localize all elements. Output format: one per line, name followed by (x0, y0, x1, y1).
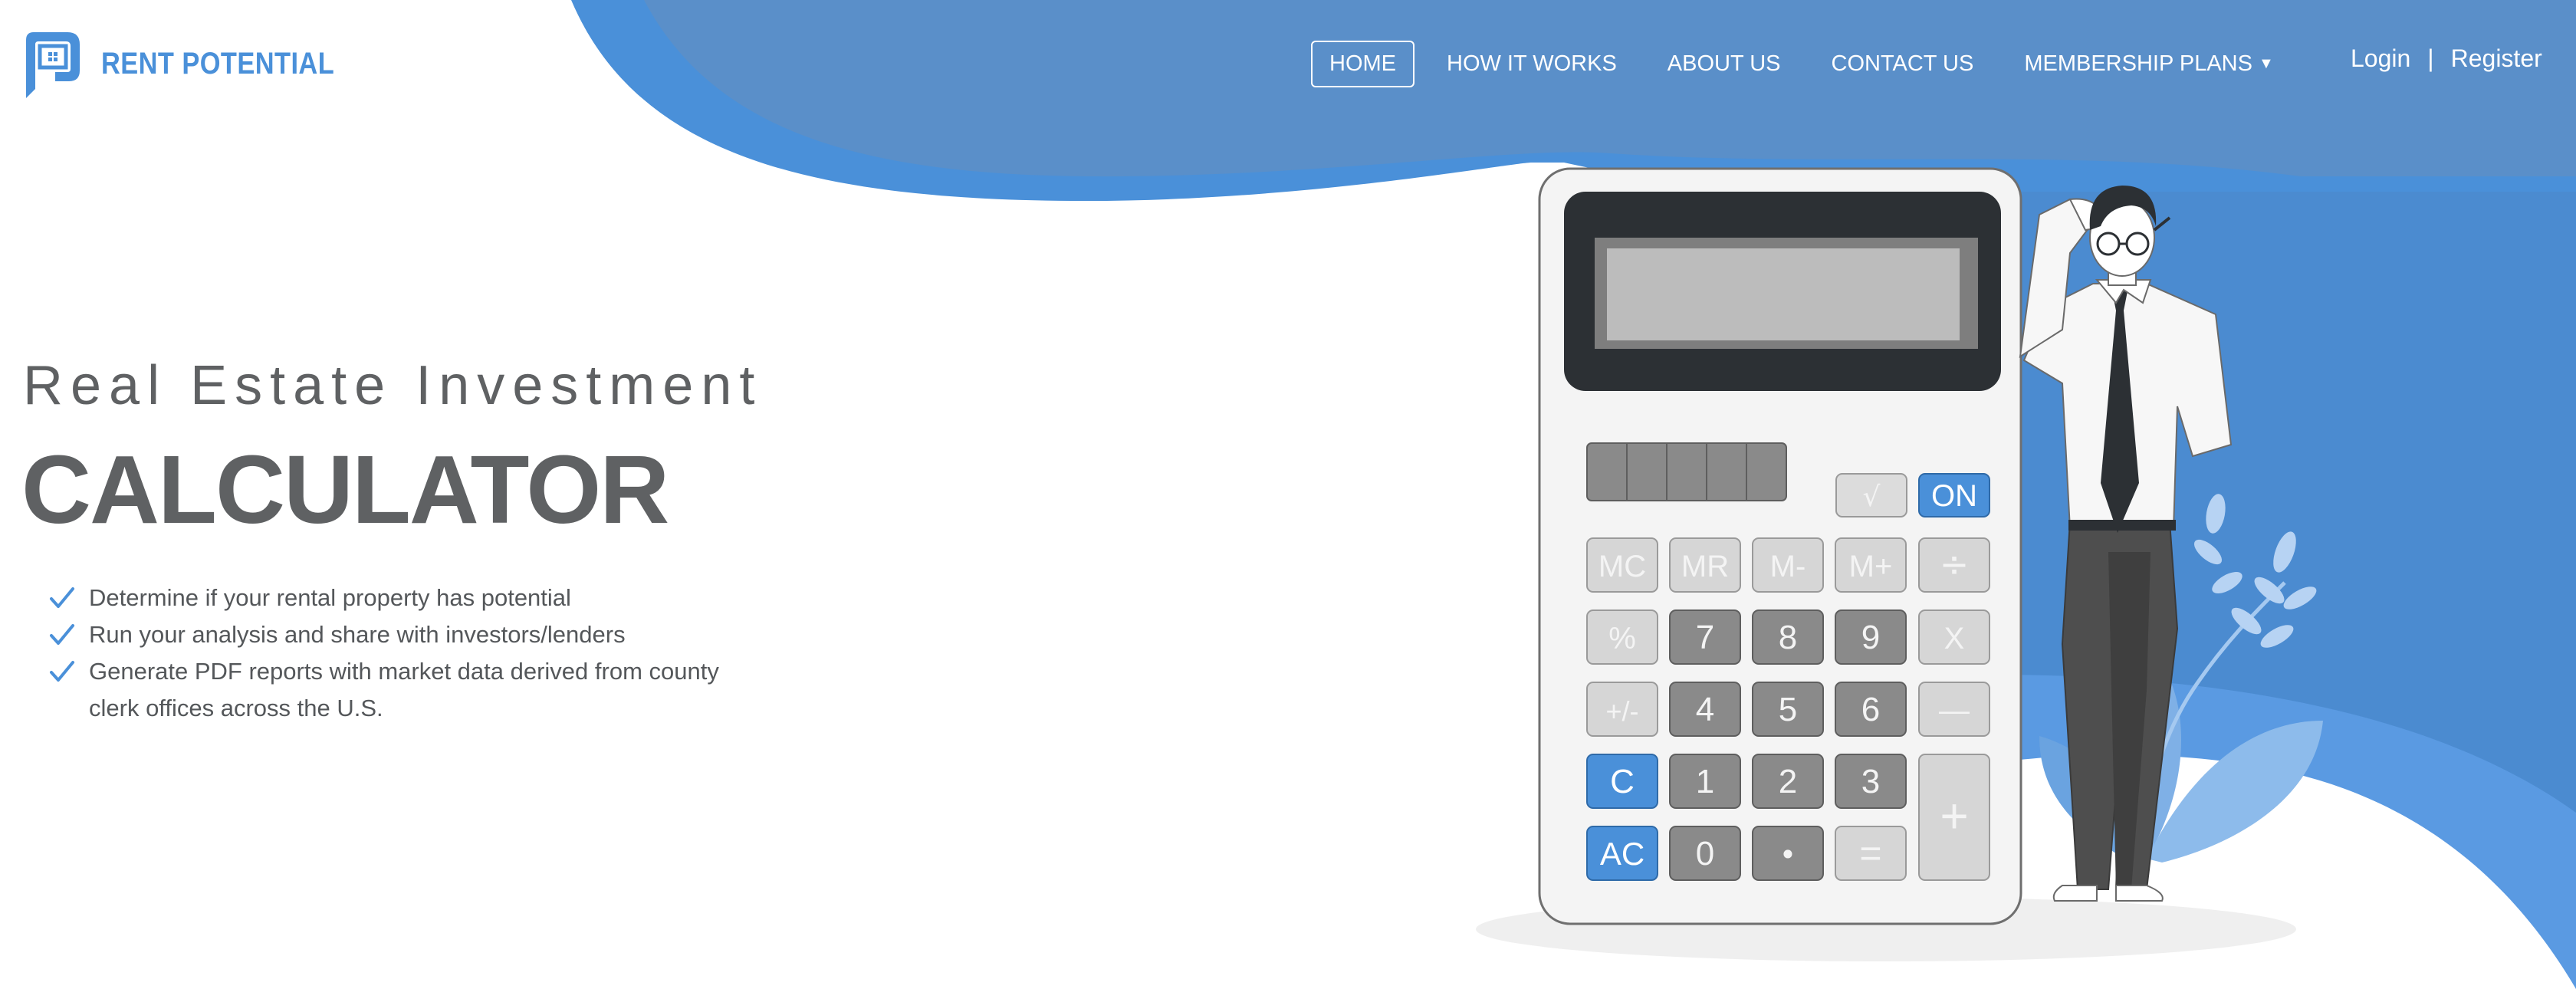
hero-title: CALCULATOR (21, 435, 669, 544)
nav-about-us[interactable]: ABOUT US (1649, 41, 1799, 87)
key-mc: MC (1598, 550, 1646, 583)
calculator-illustration: √ ON MC MR M- M+ ÷ % 7 8 9 X +/- 4 5 6 —… (1538, 167, 2323, 925)
feature-item: Run your analysis and share with investo… (49, 616, 770, 653)
key-sqrt: √ (1863, 481, 1881, 513)
feature-list: Determine if your rental property has po… (49, 580, 770, 727)
nav-membership-plans-label: MEMBERSHIP PLANS (2024, 51, 2252, 76)
key-m-plus: M+ (1849, 550, 1893, 583)
checkmark-icon (49, 580, 89, 616)
key-percent: % (1608, 622, 1636, 656)
key-plus: + (1940, 788, 1968, 843)
nav-how-it-works[interactable]: HOW IT WORKS (1428, 41, 1635, 87)
key-plus-minus: +/- (1605, 695, 1638, 727)
key-1: 1 (1696, 763, 1714, 800)
caret-down-icon: ▼ (2258, 54, 2274, 72)
feature-text: Generate PDF reports with market data de… (89, 658, 719, 721)
brand-logo[interactable]: RENT POTENTIAL (21, 29, 373, 98)
key-equals: = (1859, 832, 1881, 875)
key-all-clear: AC (1600, 836, 1644, 872)
rent-potential-logo-icon (26, 32, 80, 98)
checkmark-icon (49, 653, 89, 690)
key-mr: MR (1681, 550, 1729, 583)
nav-home[interactable]: HOME (1311, 40, 1414, 87)
key-on: ON (1931, 479, 1977, 513)
auth-separator: | (2427, 44, 2434, 72)
login-link[interactable]: Login (2351, 44, 2410, 73)
key-0: 0 (1696, 835, 1714, 872)
hero-subtitle: Real Estate Investment (23, 355, 763, 416)
key-6: 6 (1861, 691, 1880, 728)
feature-item: Determine if your rental property has po… (49, 580, 770, 616)
key-m-minus: M- (1770, 550, 1806, 583)
key-3: 3 (1861, 763, 1880, 800)
feature-text: Run your analysis and share with investo… (89, 621, 626, 648)
key-minus: — (1939, 694, 1970, 728)
brand-name: RENT POTENTIAL (101, 46, 335, 80)
main-navigation: HOME HOW IT WORKS ABOUT US CONTACT US ME… (1311, 40, 2306, 87)
feature-item: Generate PDF reports with market data de… (49, 653, 770, 727)
key-dot: • (1779, 838, 1796, 872)
feature-text: Determine if your rental property has po… (89, 584, 571, 611)
key-divide: ÷ (1940, 544, 1970, 585)
auth-links: Login | Register (2351, 44, 2542, 73)
register-link[interactable]: Register (2451, 44, 2542, 73)
nav-contact-us[interactable]: CONTACT US (1813, 41, 1993, 87)
key-9: 9 (1861, 619, 1880, 656)
key-4: 4 (1696, 691, 1714, 728)
nav-membership-plans[interactable]: MEMBERSHIP PLANS ▼ (2006, 41, 2292, 87)
key-2: 2 (1779, 763, 1797, 800)
checkmark-icon (49, 616, 89, 653)
key-7: 7 (1696, 619, 1714, 656)
key-5: 5 (1779, 691, 1797, 728)
key-8: 8 (1779, 619, 1797, 656)
key-clear: C (1610, 763, 1635, 800)
key-multiply: X (1944, 622, 1965, 656)
